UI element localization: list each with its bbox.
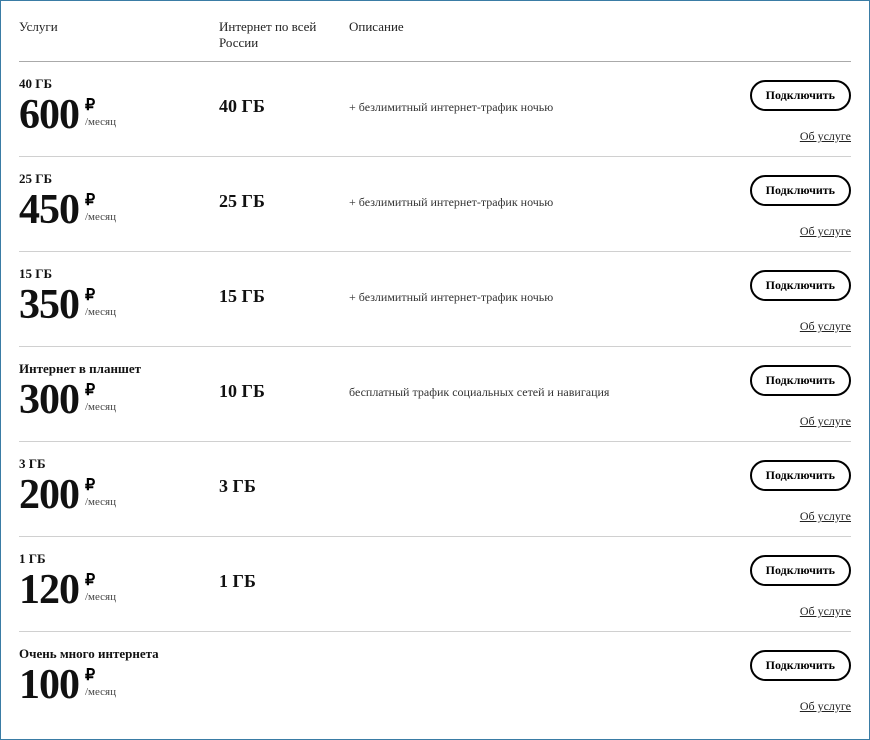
plan-title: 40 ГБ	[19, 76, 219, 92]
plan-data-amount: 1 ГБ	[219, 551, 349, 592]
plan-title: 3 ГБ	[19, 456, 219, 472]
table-row: 1 ГБ 120 ₽ /месяц 1 ГБ Подключить Об усл…	[19, 537, 851, 632]
plan-price: 100	[19, 664, 79, 706]
plan-price: 200	[19, 474, 79, 516]
plan-data-amount: 10 ГБ	[219, 361, 349, 402]
plan-title: Интернет в планшет	[19, 361, 219, 377]
about-service-link[interactable]: Об услуге	[800, 699, 851, 714]
table-row: 25 ГБ 450 ₽ /месяц 25 ГБ + безлимитный и…	[19, 157, 851, 252]
plan-title: Очень много интернета	[19, 646, 219, 662]
plan-price: 350	[19, 284, 79, 326]
table-row: 3 ГБ 200 ₽ /месяц 3 ГБ Подключить Об усл…	[19, 442, 851, 537]
plan-title: 25 ГБ	[19, 171, 219, 187]
header-data: Интернет по всей России	[219, 19, 349, 51]
ruble-icon: ₽	[85, 478, 116, 494]
table-row: 15 ГБ 350 ₽ /месяц 15 ГБ + безлимитный и…	[19, 252, 851, 347]
plan-data-amount	[219, 646, 349, 666]
plan-title: 15 ГБ	[19, 266, 219, 282]
about-service-link[interactable]: Об услуге	[800, 509, 851, 524]
connect-button[interactable]: Подключить	[750, 175, 851, 206]
per-month-label: /месяц	[85, 306, 116, 318]
per-month-label: /месяц	[85, 401, 116, 413]
table-row: Очень много интернета 100 ₽ /месяц Подкл…	[19, 632, 851, 726]
plan-price: 300	[19, 379, 79, 421]
plan-description: + безлимитный интернет-трафик ночью	[349, 76, 721, 115]
plan-data-amount: 40 ГБ	[219, 76, 349, 117]
ruble-icon: ₽	[85, 668, 116, 684]
plan-description	[349, 456, 721, 480]
connect-button[interactable]: Подключить	[750, 365, 851, 396]
table-row: Интернет в планшет 300 ₽ /месяц 10 ГБ бе…	[19, 347, 851, 442]
plan-title: 1 ГБ	[19, 551, 219, 567]
about-service-link[interactable]: Об услуге	[800, 129, 851, 144]
per-month-label: /месяц	[85, 496, 116, 508]
plan-description: + безлимитный интернет-трафик ночью	[349, 266, 721, 305]
connect-button[interactable]: Подключить	[750, 555, 851, 586]
ruble-icon: ₽	[85, 98, 116, 114]
table-row: 40 ГБ 600 ₽ /месяц 40 ГБ + безлимитный и…	[19, 62, 851, 157]
plan-price: 120	[19, 569, 79, 611]
about-service-link[interactable]: Об услуге	[800, 319, 851, 334]
header-desc: Описание	[349, 19, 721, 51]
about-service-link[interactable]: Об услуге	[800, 414, 851, 429]
plan-data-amount: 25 ГБ	[219, 171, 349, 212]
connect-button[interactable]: Подключить	[750, 650, 851, 681]
per-month-label: /месяц	[85, 116, 116, 128]
ruble-icon: ₽	[85, 288, 116, 304]
per-month-label: /месяц	[85, 211, 116, 223]
connect-button[interactable]: Подключить	[750, 80, 851, 111]
plan-description: + безлимитный интернет-трафик ночью	[349, 171, 721, 210]
per-month-label: /месяц	[85, 591, 116, 603]
connect-button[interactable]: Подключить	[750, 270, 851, 301]
per-month-label: /месяц	[85, 686, 116, 698]
ruble-icon: ₽	[85, 383, 116, 399]
plan-price: 600	[19, 94, 79, 136]
connect-button[interactable]: Подключить	[750, 460, 851, 491]
plan-description	[349, 551, 721, 575]
plan-data-amount: 15 ГБ	[219, 266, 349, 307]
header-service: Услуги	[19, 19, 219, 51]
plan-description	[349, 646, 721, 670]
ruble-icon: ₽	[85, 573, 116, 589]
plan-data-amount: 3 ГБ	[219, 456, 349, 497]
about-service-link[interactable]: Об услуге	[800, 604, 851, 619]
plan-price: 450	[19, 189, 79, 231]
ruble-icon: ₽	[85, 193, 116, 209]
about-service-link[interactable]: Об услуге	[800, 224, 851, 239]
plan-description: бесплатный трафик социальных сетей и нав…	[349, 361, 721, 400]
table-header: Услуги Интернет по всей России Описание	[19, 19, 851, 62]
